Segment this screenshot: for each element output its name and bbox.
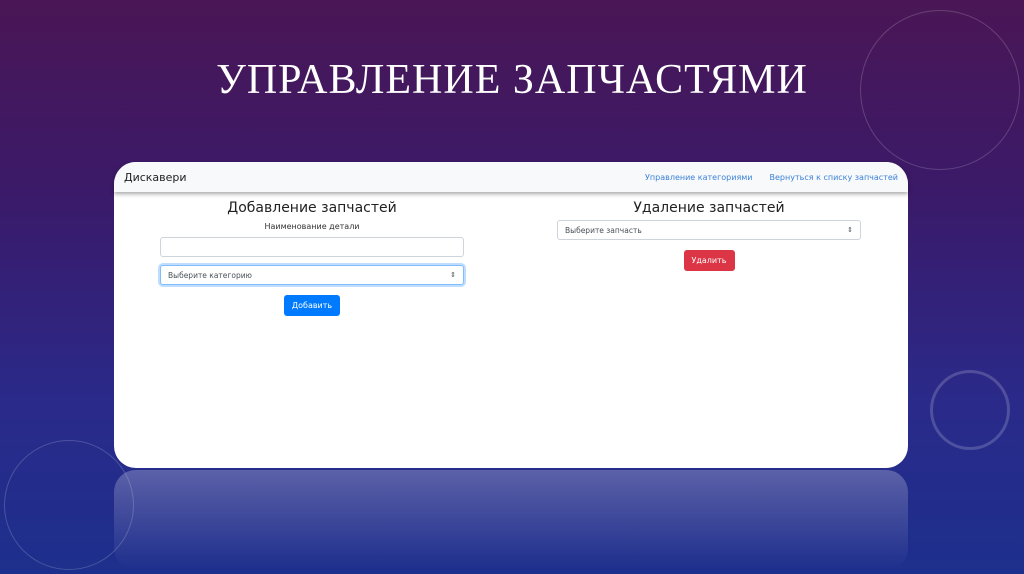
part-select-value: Выберите запчасть [565,225,642,235]
part-name-label: Наименование детали [264,222,360,231]
delete-heading: Удаление запчастей [633,200,785,216]
delete-button[interactable]: Удалить [683,250,735,271]
add-button[interactable]: Добавить [283,295,341,316]
brand-link[interactable]: Дискавери [124,171,187,184]
nav-link-categories[interactable]: Управление категориями [645,173,752,182]
select-arrows-icon: ⇕ [450,271,456,279]
decor-circle [930,370,1010,450]
slide-title: УПРАВЛЕНИЕ ЗАПЧАСТЯМИ [216,57,808,103]
category-select-value: Выберите категорию [168,270,252,280]
add-parts-section: Добавление запчастей Наименование детали… [160,200,464,316]
select-arrows-icon: ⇕ [847,226,853,234]
add-heading: Добавление запчастей [227,200,397,216]
nav-link-back-to-parts[interactable]: Вернуться к списку запчастей [770,173,899,182]
app-screenshot: Дискавери Управление категориями Вернуть… [114,162,908,468]
part-name-input[interactable] [160,237,464,257]
category-select[interactable]: Выберите категорию ⇕ [160,265,464,285]
navbar: Дискавери Управление категориями Вернуть… [114,162,908,192]
part-select[interactable]: Выберите запчасть ⇕ [557,220,861,240]
card-reflection [114,470,908,570]
delete-parts-section: Удаление запчастей Выберите запчасть ⇕ Уд… [557,200,861,271]
